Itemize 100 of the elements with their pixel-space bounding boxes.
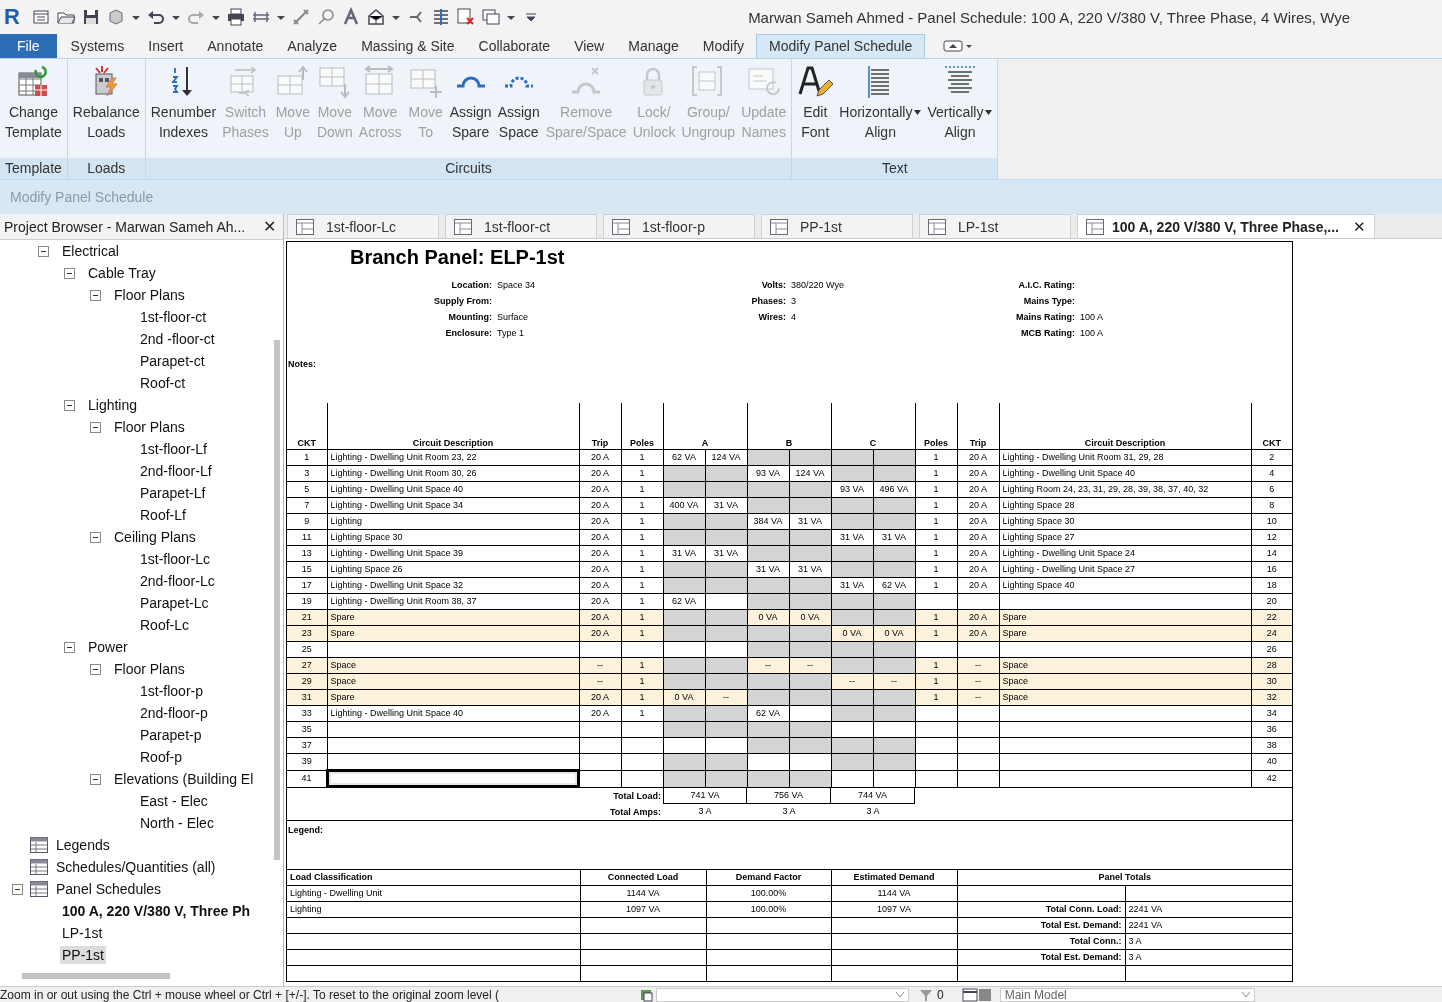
tree-item[interactable]: Roof-Lc xyxy=(138,616,192,634)
tree-item[interactable]: North - Elec xyxy=(138,814,216,832)
ribbon-button[interactable]: Renumber Indexes xyxy=(147,59,220,158)
tree-item[interactable]: Legends xyxy=(54,836,112,854)
tree-item[interactable]: 2nd-floor-Lc xyxy=(138,572,217,590)
tree-item[interactable]: Parapet-Lc xyxy=(138,594,211,612)
view-tab[interactable]: 1st-floor-ct xyxy=(445,214,597,238)
expander-icon[interactable] xyxy=(64,399,75,411)
tree-item[interactable]: 2nd-floor-Lf xyxy=(138,462,214,480)
ribbon-tab[interactable]: Insert xyxy=(136,34,196,58)
column-header: Trip xyxy=(957,403,999,450)
tree-item[interactable]: Panel Schedules xyxy=(54,880,164,898)
window-icon[interactable] xyxy=(961,987,978,1002)
ribbon-tab[interactable]: Analyze xyxy=(275,34,350,58)
tree-item[interactable]: Parapet-ct xyxy=(138,352,207,370)
caret-icon xyxy=(1241,992,1250,997)
close-windows-icon[interactable] xyxy=(455,7,476,27)
tree-item[interactable]: Floor Plans xyxy=(112,418,187,436)
ribbon-tab[interactable]: View xyxy=(562,34,617,58)
tab-label[interactable]: 100 A, 220 V/380 V, Three Phase,... xyxy=(1112,218,1339,235)
tree-item[interactable]: Elevations (Building El xyxy=(112,770,256,788)
expander-icon[interactable] xyxy=(90,289,101,301)
ribbon-tab[interactable]: Massing & Site xyxy=(349,34,467,58)
expander-icon[interactable] xyxy=(90,663,101,675)
house-icon[interactable] xyxy=(365,7,386,27)
table-cell[interactable] xyxy=(327,770,579,787)
expander-icon[interactable] xyxy=(12,883,23,895)
tree-item[interactable]: Parapet-p xyxy=(138,726,204,744)
tree-item[interactable]: Power xyxy=(86,638,130,656)
tab-label[interactable]: PP-1st xyxy=(800,218,842,235)
tree-item[interactable]: 1st-floor-Lf xyxy=(138,440,209,458)
expander-icon[interactable] xyxy=(64,641,75,653)
ribbon-button[interactable]: Edit Font xyxy=(794,59,837,158)
tree-item[interactable]: 2nd-floor-p xyxy=(138,704,210,722)
app-logo[interactable]: R xyxy=(4,4,20,30)
tree-item[interactable]: Floor Plans xyxy=(112,286,187,304)
tree-item[interactable]: Floor Plans xyxy=(112,660,187,678)
expander-icon[interactable] xyxy=(64,267,75,279)
print-icon[interactable] xyxy=(225,7,246,27)
expander-icon[interactable] xyxy=(90,421,101,433)
workset-icon[interactable] xyxy=(640,987,654,1002)
ribbon-button[interactable]: Vertically Align xyxy=(924,59,996,158)
tree-item[interactable]: LP-1st xyxy=(60,924,105,942)
tree-item[interactable]: Electrical xyxy=(60,242,121,260)
caret-icon xyxy=(896,992,904,997)
view-tab[interactable]: LP-1st xyxy=(919,214,1071,238)
tree-item[interactable]: 1st-floor-Lc xyxy=(138,550,213,568)
table-cell: 31 VA xyxy=(873,529,915,546)
table-cell: Lighting Space 26 xyxy=(327,561,579,578)
ribbon-tab[interactable]: Collaborate xyxy=(466,34,563,58)
tree-item[interactable]: Roof-Lf xyxy=(138,506,188,524)
tree-item[interactable]: Parapet-Lf xyxy=(138,484,208,502)
tree-item[interactable]: Roof-ct xyxy=(138,374,188,392)
switch-windows-icon[interactable] xyxy=(480,7,501,27)
tree-item[interactable]: East - Elec xyxy=(138,792,210,810)
view-tab[interactable]: 1st-floor-Lc xyxy=(287,214,439,238)
view-tab[interactable]: PP-1st xyxy=(761,214,913,238)
ribbon-toggle-icon[interactable] xyxy=(943,40,974,52)
tree-item[interactable]: Cable Tray xyxy=(86,264,158,282)
ribbon-button[interactable]: Assign Spare xyxy=(446,59,495,158)
ribbon-tab[interactable]: Modify xyxy=(690,34,757,58)
table-cell: 20 A xyxy=(957,529,999,546)
tree-item[interactable]: Lighting xyxy=(86,396,140,414)
ribbon-tab[interactable]: Manage xyxy=(616,34,691,58)
ribbon-tab[interactable]: Systems xyxy=(58,34,137,58)
table-cell[interactable] xyxy=(327,721,579,738)
tab-label[interactable]: LP-1st xyxy=(958,218,999,235)
tree-item[interactable]: PP-1st xyxy=(60,946,106,964)
tab-label[interactable]: 1st-floor-p xyxy=(642,218,706,235)
table-cell[interactable] xyxy=(327,737,579,754)
ribbon-tab[interactable]: Annotate xyxy=(195,34,276,58)
expander-icon[interactable] xyxy=(90,773,101,785)
ribbon-button[interactable]: Assign Space xyxy=(494,59,543,158)
tree-item[interactable]: Roof-p xyxy=(138,748,185,766)
table-cell[interactable] xyxy=(327,641,579,658)
tree-item[interactable]: Ceiling Plans xyxy=(112,528,198,546)
expander-icon[interactable] xyxy=(38,245,49,257)
tree-item[interactable]: 1st-floor-p xyxy=(138,682,206,700)
tree-item[interactable]: 100 A, 220 V/380 V, Three Ph xyxy=(60,902,253,920)
total-value: 3 A xyxy=(781,805,797,818)
tree-item[interactable]: 1st-floor-ct xyxy=(138,308,209,326)
file-menu[interactable]: File xyxy=(0,34,57,58)
table-cell: 384 VA xyxy=(747,513,789,530)
view-tab[interactable]: 1st-floor-p xyxy=(603,214,755,238)
scrollbar-thumb[interactable] xyxy=(274,340,280,860)
tree-item[interactable]: Schedules/Quantities (all) xyxy=(54,858,218,876)
close-button[interactable]: ✕ xyxy=(260,217,279,236)
ribbon-button[interactable]: Rebalance Loads xyxy=(69,59,143,158)
ribbon-button[interactable]: Change Template xyxy=(2,59,65,158)
expander-icon[interactable] xyxy=(90,531,101,543)
close-button[interactable]: ✕ xyxy=(1353,217,1366,236)
tree-item[interactable]: 2nd -floor-ct xyxy=(138,330,217,348)
tab-label[interactable]: 1st-floor-Lc xyxy=(326,218,397,235)
tab-label[interactable]: 1st-floor-ct xyxy=(484,218,551,235)
model-dropdown[interactable]: Main Model xyxy=(999,987,1255,1002)
ribbon-tab[interactable]: Modify Panel Schedule xyxy=(756,34,926,58)
ribbon-button[interactable]: Horizontally Align xyxy=(836,59,925,158)
view-tab[interactable]: 100 A, 220 V/380 V, Three Phase,... ✕ xyxy=(1077,214,1375,238)
field-label: Wires: xyxy=(757,312,786,322)
scrollbar-thumb[interactable] xyxy=(22,973,170,979)
